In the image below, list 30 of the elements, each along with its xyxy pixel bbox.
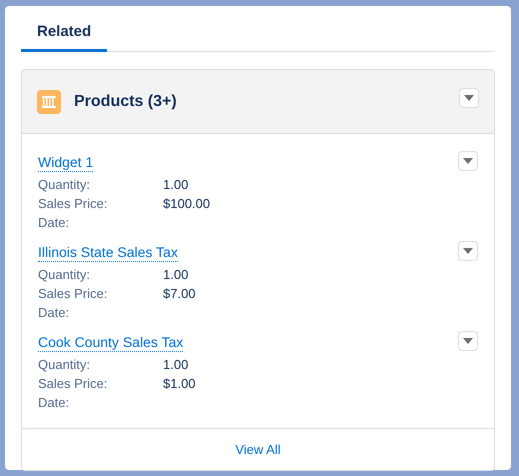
record-link[interactable]: Cook County Sales Tax [38, 333, 184, 352]
view-all-link[interactable]: View All [235, 440, 281, 460]
caret-icon [463, 338, 473, 344]
field-value: 1.00 [163, 266, 188, 284]
field-label: Quantity: [38, 176, 92, 194]
caret-icon [463, 248, 473, 254]
field-value: 1.00 [163, 356, 188, 374]
dropdown-button[interactable] [458, 151, 478, 171]
field-label: Sales Price: [38, 285, 108, 303]
field-label: Sales Price: [38, 375, 108, 393]
caret-icon [463, 158, 473, 164]
field-value: $100.00 [163, 195, 210, 213]
caret-icon [464, 94, 474, 100]
field-label: Date: [38, 304, 70, 322]
dropdown-button[interactable] [458, 241, 478, 261]
record-link[interactable]: Illinois State Sales Tax [38, 243, 178, 262]
card-title: Products (3+) [74, 92, 177, 112]
field-label: Quantity: [38, 356, 92, 374]
tab[interactable]: Related [21, 16, 108, 52]
dropdown-button[interactable] [458, 331, 478, 351]
product-icon [37, 90, 61, 114]
field-label: Date: [38, 214, 70, 232]
dropdown-button[interactable] [459, 88, 479, 108]
field-value: 1.00 [163, 176, 188, 194]
field-label: Date: [38, 394, 70, 412]
field-label: Sales Price: [38, 195, 108, 213]
field-value: $1.00 [163, 375, 196, 393]
record-link[interactable]: Widget 1 [38, 153, 94, 172]
field-label: Quantity: [38, 266, 92, 284]
field-value: $7.00 [163, 285, 196, 303]
